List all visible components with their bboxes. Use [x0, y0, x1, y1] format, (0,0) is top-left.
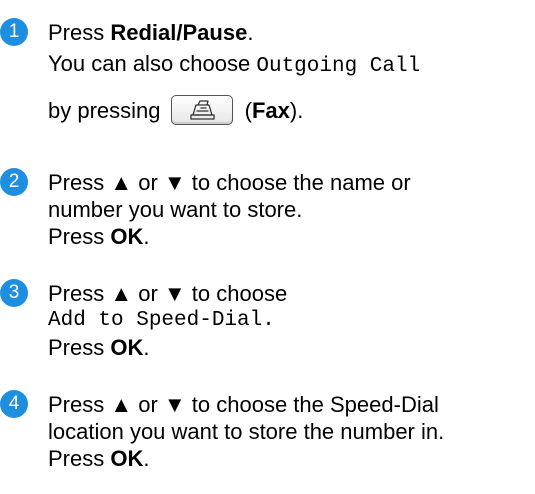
step-line: Press OK. [48, 334, 535, 361]
text-segment: . [143, 335, 150, 360]
step-line: number you want to store. [48, 197, 303, 222]
step-number-badge: 1 [0, 18, 28, 46]
step-line: location you want to store the number in… [48, 419, 445, 444]
key-name: Fax [251, 98, 290, 123]
step-number-badge: 4 [0, 390, 28, 418]
lcd-text: Add to Speed-Dial. [48, 309, 275, 332]
key-name: Redial/Pause [110, 20, 248, 45]
step-text: Press ▲ or ▼ to choose the Speed-Dial lo… [48, 391, 535, 472]
text-segment: Press [48, 335, 111, 360]
fax-key-icon [170, 95, 233, 126]
key-name: OK [110, 335, 144, 360]
key-name: OK [110, 224, 144, 249]
text-segment: Press [48, 224, 111, 249]
text-segment: . [143, 446, 150, 471]
step-text: Press Redial/Pause. You can also choose … [48, 19, 535, 128]
text-segment: . [143, 224, 150, 249]
step-line: Press Redial/Pause. [48, 19, 535, 46]
step-line: You can also choose Outgoing Call [48, 50, 535, 80]
step-line: Press ▲ or ▼ to choose [48, 281, 288, 306]
step-number-badge: 2 [0, 168, 28, 196]
text-segment: Press [48, 446, 111, 471]
step-text: Press ▲ or ▼ to choose the name or numbe… [48, 169, 535, 250]
step-line: Press OK. [48, 445, 535, 472]
step-text: Press ▲ or ▼ to choose Add to Speed-Dial… [48, 280, 535, 361]
step-line: Press ▲ or ▼ to choose the Speed-Dial [48, 392, 439, 417]
step-number-badge: 3 [0, 279, 28, 307]
text-segment: . [247, 20, 254, 45]
text-segment: You can also choose [48, 51, 257, 76]
text-segment: by pressing [48, 98, 161, 123]
text-segment: Press [48, 20, 111, 45]
step-line: by pressing (Fax). [48, 94, 535, 128]
step-line: Press OK. [48, 223, 535, 250]
text-segment: ). [289, 98, 304, 123]
text-segment: ( [238, 98, 252, 123]
lcd-text: Outgoing Call [256, 55, 421, 78]
step-line: Press ▲ or ▼ to choose the name or [48, 170, 411, 195]
key-name: OK [110, 446, 144, 471]
